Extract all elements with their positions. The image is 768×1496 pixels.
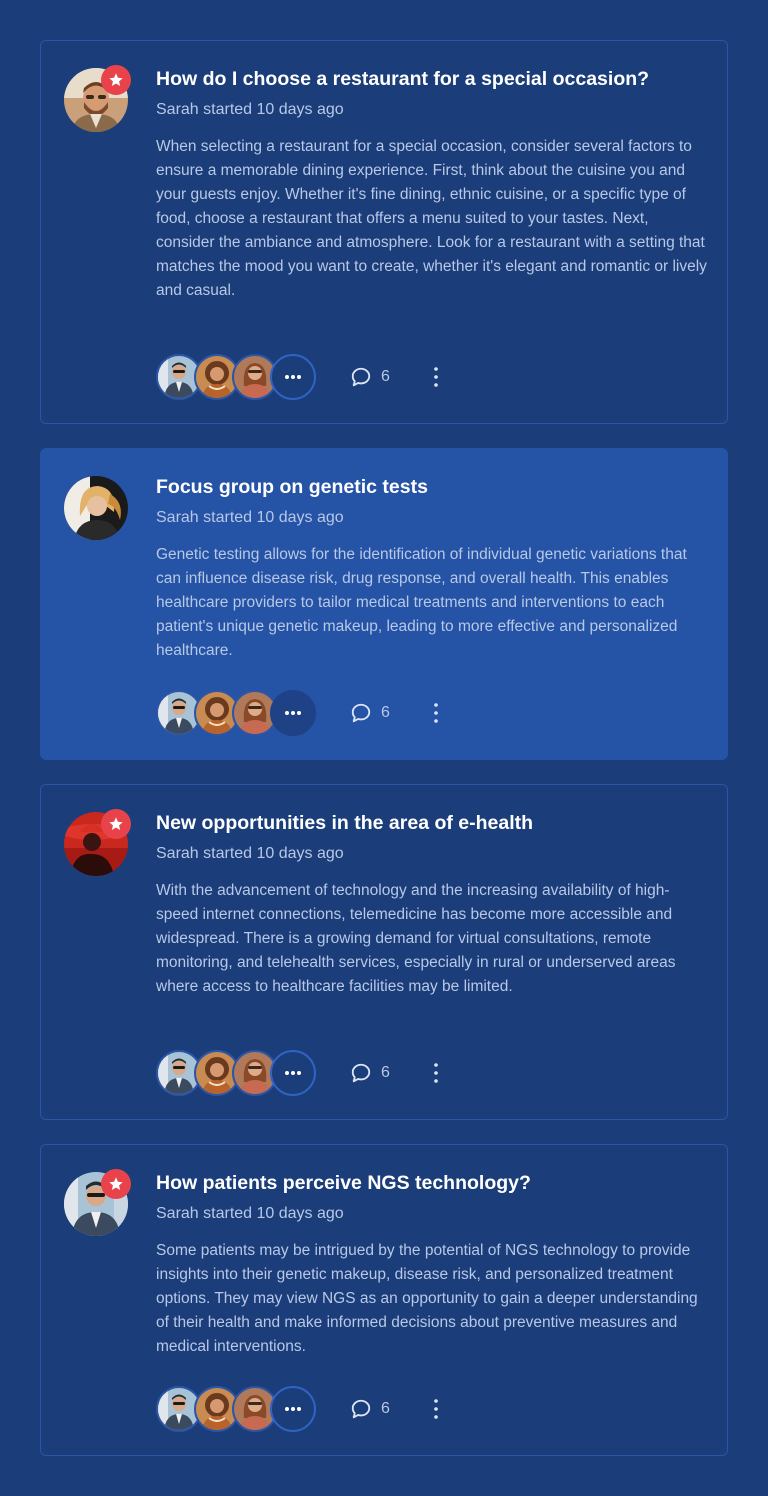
post-meta: Sarah started 10 days ago	[156, 1205, 344, 1222]
post-menu-button[interactable]	[428, 699, 444, 727]
comment-count-value: 6	[381, 1064, 390, 1081]
comment-count-value: 6	[381, 704, 390, 721]
post-footer: 6	[156, 689, 444, 737]
discussion-feed: How do I choose a restaurant for a speci…	[0, 0, 768, 1496]
more-horizontal-icon	[285, 711, 301, 715]
more-vertical-icon	[434, 1399, 438, 1419]
comment-count[interactable]: 6	[350, 1398, 390, 1420]
more-participants-button[interactable]	[270, 354, 316, 400]
post-body: With the advancement of technology and t…	[156, 882, 676, 995]
post-content: New opportunities in the area of e-healt…	[156, 809, 705, 999]
more-participants-button[interactable]	[270, 1050, 316, 1096]
comment-bubble-icon	[351, 1399, 371, 1419]
post-meta: Sarah started 10 days ago	[156, 509, 344, 526]
comment-count-value: 6	[381, 1400, 390, 1417]
post-footer: 6	[156, 353, 444, 401]
star-icon	[109, 1177, 123, 1190]
star-badge	[101, 809, 131, 839]
comment-bubble-icon	[351, 1063, 371, 1083]
author-avatar[interactable]	[64, 809, 131, 876]
more-horizontal-icon	[285, 375, 301, 379]
post-menu-button[interactable]	[428, 1059, 444, 1087]
post-title[interactable]: How patients perceive NGS technology?	[156, 1169, 705, 1197]
star-icon	[109, 73, 123, 86]
comment-bubble-icon	[351, 367, 371, 387]
discussion-card[interactable]: How do I choose a restaurant for a speci…	[40, 40, 728, 424]
post-menu-button[interactable]	[428, 1395, 444, 1423]
post-meta: Sarah started 10 days ago	[156, 101, 344, 118]
comment-count[interactable]: 6	[350, 366, 390, 388]
post-menu-button[interactable]	[428, 363, 444, 391]
post-content: How do I choose a restaurant for a speci…	[156, 65, 707, 303]
star-badge	[101, 65, 131, 95]
discussion-card[interactable]: How patients perceive NGS technology? Sa…	[40, 1144, 728, 1456]
post-title[interactable]: New opportunities in the area of e-healt…	[156, 809, 705, 837]
post-content: How patients perceive NGS technology? Sa…	[156, 1169, 705, 1359]
post-body: When selecting a restaurant for a specia…	[156, 138, 707, 299]
more-participants-button[interactable]	[270, 1386, 316, 1432]
post-body: Some patients may be intrigued by the po…	[156, 1242, 698, 1355]
participants-group[interactable]	[156, 1386, 316, 1432]
post-footer: 6	[156, 1385, 444, 1433]
comment-count-value: 6	[381, 368, 390, 385]
more-participants-button[interactable]	[270, 690, 316, 736]
star-icon	[109, 817, 123, 830]
post-content: Focus group on genetic tests Sarah start…	[156, 473, 705, 663]
participants-group[interactable]	[156, 1050, 316, 1096]
author-avatar[interactable]	[64, 65, 131, 132]
participants-group[interactable]	[156, 690, 316, 736]
more-vertical-icon	[434, 367, 438, 387]
comment-count[interactable]: 6	[350, 1062, 390, 1084]
post-title[interactable]: Focus group on genetic tests	[156, 473, 705, 501]
more-vertical-icon	[434, 1063, 438, 1083]
more-horizontal-icon	[285, 1407, 301, 1411]
post-body: Genetic testing allows for the identific…	[156, 546, 687, 659]
post-title[interactable]: How do I choose a restaurant for a speci…	[156, 65, 705, 93]
comment-count[interactable]: 6	[350, 702, 390, 724]
participants-group[interactable]	[156, 354, 316, 400]
discussion-card-active[interactable]: Focus group on genetic tests Sarah start…	[40, 448, 728, 760]
discussion-card[interactable]: New opportunities in the area of e-healt…	[40, 784, 728, 1120]
comment-bubble-icon	[351, 703, 371, 723]
author-avatar[interactable]	[64, 476, 128, 540]
star-badge	[101, 1169, 131, 1199]
author-avatar[interactable]	[64, 1169, 131, 1236]
post-meta: Sarah started 10 days ago	[156, 845, 344, 862]
more-vertical-icon	[434, 703, 438, 723]
post-footer: 6	[156, 1049, 444, 1097]
more-horizontal-icon	[285, 1071, 301, 1075]
blonde-woman-avatar	[64, 476, 128, 540]
